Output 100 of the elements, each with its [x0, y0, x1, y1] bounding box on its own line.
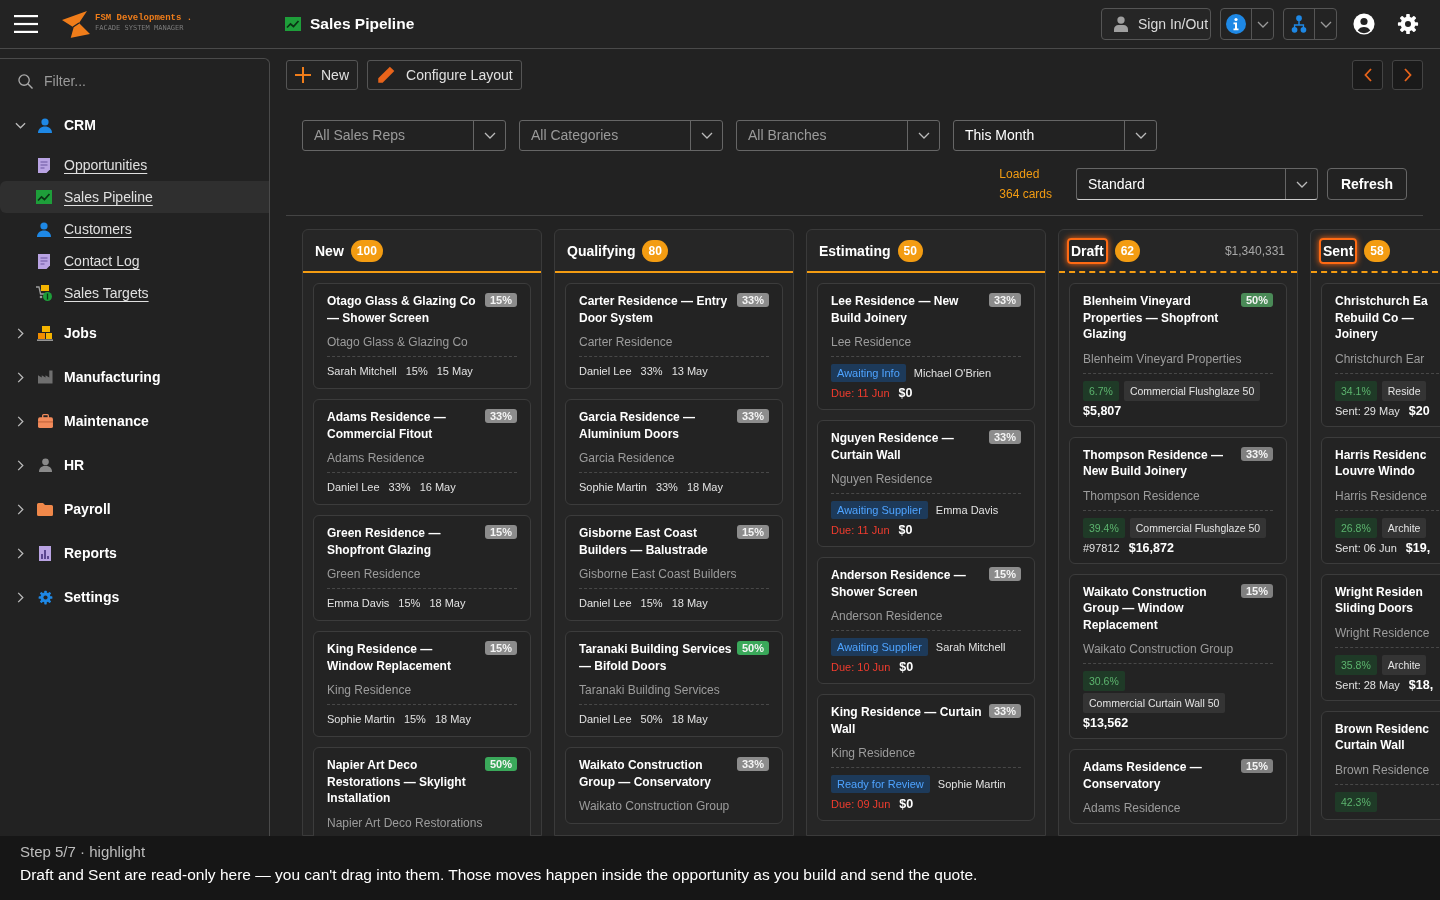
opportunity-card[interactable]: Nguyen Residence — Curtain Wall 33% Nguyen Residence Awaiting Supplier Emma Davis Due: 11 Jun $0 [817, 420, 1035, 547]
customer-name: Christchurch Ear [1335, 350, 1426, 367]
card-title: Adams Residence — Commercial Fitout [327, 409, 447, 442]
card-title: Blenheim Vineyard Properties — Shopfront Glazing [1083, 293, 1220, 343]
opportunity-card[interactable]: Thompson Residence — New Build Joinery 33% Thompson Residence 39.4% Commercial Flushglaze 50 #97812 $16,872 [1069, 436, 1287, 564]
filter-dropdown[interactable]: All Sales Reps [302, 120, 506, 151]
caret-icon [1256, 20, 1269, 28]
tour-message: Draft and Sent are read-only here — you can't drag into them. Those moves happen inside the opportunity as you build and send the quote. [20, 865, 979, 885]
customer-name: Waikato Construction Group [579, 798, 731, 814]
load-status: 364 cards [999, 186, 1052, 203]
nav-section[interactable]: Reports [0, 531, 269, 575]
menu-button[interactable] [14, 15, 38, 33]
probability-badge: 33% [736, 293, 769, 307]
card-title: Waikato Construction Group — Conservatory [579, 757, 713, 790]
opportunity-card[interactable]: Wright Residen Sliding Doors Wright Residence 35.8% Archite Sent: 28 May $18, [1321, 573, 1440, 701]
opportunity-card[interactable]: Green Residence — Shopfront Glazing 15% Green Residence Emma Davis 15% 18 May [313, 515, 531, 621]
nav-item[interactable]: Sales Targets [0, 277, 269, 309]
opportunity-card[interactable]: Harris Residenc Louvre Windo Harris Residence 26.8% Archite Sent: 06 Jun $19, [1321, 436, 1440, 564]
sign-in-out-button[interactable]: Sign In/Out [1101, 8, 1211, 40]
card-title: Rebuild Co — [1335, 309, 1415, 326]
filter-dropdown[interactable]: All Categories [519, 120, 723, 151]
view-dropdown[interactable]: Standard [1076, 168, 1318, 200]
opportunity-card[interactable]: Anderson Residence — Shower Screen 15% Anderson Residence Awaiting Supplier Sarah Mitchell Due: 10 Jun $0 [817, 557, 1035, 684]
customer-name: King Residence [327, 682, 413, 698]
column-title: Estimating [819, 241, 891, 261]
card-title: Lee Residence — New Build Joinery [831, 293, 960, 326]
opportunity-card[interactable]: King Residence — Window Replacement 15% King Residence Sophie Martin 15% 18 May [313, 631, 531, 737]
due-date: Due: 10 Jun [831, 660, 891, 675]
quote-value: $18, [1408, 676, 1434, 693]
sales-rep-name: Emma Davis [327, 596, 390, 611]
margin-tag: 6.7% [1083, 380, 1119, 401]
filter-dropdown[interactable]: This Month [953, 120, 1157, 151]
probability-badge: 15% [736, 525, 769, 539]
chevron-left-icon [1363, 68, 1372, 82]
filter-field[interactable]: Filter... [44, 66, 257, 96]
nav-section[interactable]: Payroll [0, 487, 269, 531]
opportunity-card[interactable]: Brown Residenc Curtain Wall Brown Residence 42.3% [1321, 710, 1440, 820]
nav-section[interactable]: CRM [0, 103, 269, 147]
probability-text: 15% [405, 364, 428, 379]
plus-icon [295, 67, 311, 83]
card-title: Curtain Wall [1335, 737, 1406, 754]
sales-rep-name: Daniel Lee [327, 480, 380, 495]
toolbar-button[interactable]: New [286, 60, 358, 90]
probability-badge: 15% [484, 293, 517, 307]
customer-name: Wright Residence [1335, 624, 1431, 641]
product-tag: Reside [1381, 380, 1427, 401]
cart-coin-icon [36, 285, 52, 301]
opportunity-card[interactable]: Taranaki Building Services — Bifold Doors 50% Taranaki Building Services Daniel Lee 50% 18 May [565, 631, 783, 737]
opportunity-card[interactable]: King Residence — Curtain Wall 33% King Residence Ready for Review Sophie Martin Due: 09 Jun $0 [817, 694, 1035, 821]
probability-badge: 15% [484, 641, 517, 655]
nav-item[interactable]: Sales Pipeline [0, 181, 269, 213]
opportunity-card[interactable]: Adams Residence — Commercial Fitout 33% Adams Residence Daniel Lee 33% 16 May [313, 399, 531, 505]
probability-badge: 15% [1240, 583, 1273, 598]
nav-item[interactable]: Customers [0, 213, 269, 245]
info-icon [1226, 14, 1246, 34]
column-title: Draft [1067, 237, 1108, 264]
probability-badge: 33% [988, 704, 1021, 718]
customer-name: Thompson Residence [1083, 487, 1201, 504]
opportunity-card[interactable]: Otago Glass & Glazing Co — Shower Screen 15% Otago Glass & Glazing Co Sarah Mitchell 15% 15 May [313, 283, 531, 389]
customer-name: Lee Residence [831, 334, 913, 350]
opportunity-card[interactable]: Blenheim Vineyard Properties — Shopfront Glazing 50% Blenheim Vineyard Properties 6.7% Commercial Flushglaze 50 $5,807 [1069, 283, 1287, 427]
caret-icon [700, 132, 713, 139]
opportunity-card[interactable]: Waikato Construction Group — Conservatory 33% Waikato Construction Group [565, 747, 783, 824]
nav-section[interactable]: Jobs [0, 311, 269, 355]
opportunity-card[interactable]: Christchurch Ea Rebuild Co — Joinery Christchurch Ear 34.1% Reside Sent: 29 May $20 [1321, 283, 1440, 427]
opportunity-card[interactable]: Gisborne East Coast Builders — Balustrade 15% Gisborne East Coast Builders Daniel Lee 15% 18 May [565, 515, 783, 621]
probability-text: 15% [403, 712, 426, 727]
refresh-button[interactable]: Refresh [1327, 168, 1407, 200]
probability-badge: 50% [484, 757, 517, 771]
estimate-value: $0 [898, 385, 913, 401]
nav-section[interactable]: Maintenance [0, 399, 269, 443]
status-tag: Awaiting Info [831, 364, 906, 382]
nav-item[interactable]: Contact Log [0, 245, 269, 277]
document-icon [38, 157, 50, 173]
opportunity-card[interactable]: Carter Residence — Entry Door System 33% Carter Residence Daniel Lee 33% 13 May [565, 283, 783, 389]
nav-section[interactable]: HR [0, 443, 269, 487]
next-button[interactable] [1392, 60, 1423, 90]
opportunity-card[interactable]: Waikato Construction Group — Window Replacement 15% Waikato Construction Group 30.6% Commercial Curtain Wall 50 $13,562 [1069, 573, 1287, 739]
toolbar-button[interactable]: Configure Layout [367, 60, 522, 90]
customer-name: Adams Residence [327, 450, 426, 466]
opportunity-card[interactable]: Adams Residence — Conservatory 15% Adams Residence [1069, 749, 1287, 824]
nav-item[interactable]: Opportunities [0, 149, 269, 181]
nav-section[interactable]: Settings [0, 575, 269, 619]
info-split-button[interactable] [1220, 8, 1274, 40]
opportunity-card[interactable]: Napier Art Deco Restorations — Skylight Installation 50% Napier Art Deco Restorations [313, 747, 531, 836]
previous-button[interactable] [1352, 60, 1383, 90]
settings-icon[interactable] [1397, 13, 1419, 35]
card-title: Garcia Residence — Aluminium Doors [579, 409, 697, 442]
search-icon [18, 73, 33, 89]
user-icon[interactable] [1353, 13, 1375, 35]
due-date: Due: 11 Jun [831, 386, 890, 401]
hierarchy-split-button[interactable] [1283, 8, 1337, 40]
estimate-value: $0 [899, 659, 914, 675]
nav-section[interactable]: Manufacturing [0, 355, 269, 399]
customer-name: Brown Residence [1335, 761, 1431, 778]
estimate-value: $0 [899, 796, 914, 812]
probability-text: 33% [388, 480, 411, 495]
opportunity-card[interactable]: Garcia Residence — Aluminium Doors 33% Garcia Residence Sophie Martin 33% 18 May [565, 399, 783, 505]
filter-dropdown[interactable]: All Branches [736, 120, 940, 151]
opportunity-card[interactable]: Lee Residence — New Build Joinery 33% Lee Residence Awaiting Info Michael O'Brien Due: 11 Jun $0 [817, 283, 1035, 410]
